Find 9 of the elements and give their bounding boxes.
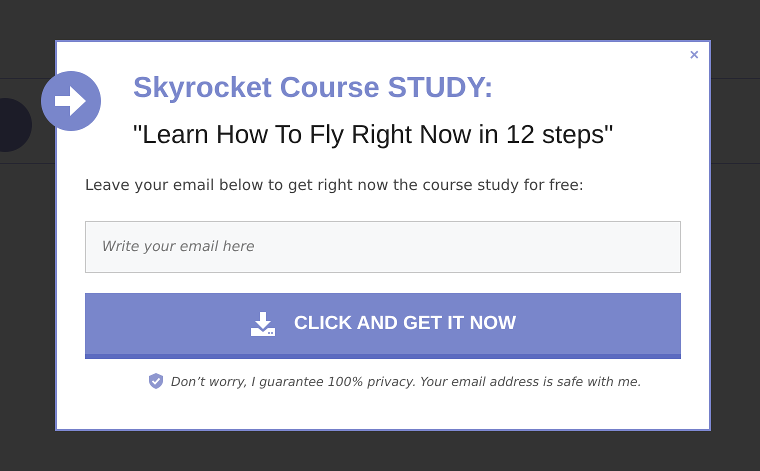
description-text: Leave your email below to get right now the course study for free: [85,175,585,195]
shield-check-icon [149,373,163,389]
close-button[interactable]: × [688,48,701,64]
download-icon [250,310,276,336]
privacy-note: Don’t worry, I guarantee 100% privacy. Your email address is safe with me. [171,374,642,388]
popup-subtitle: "Learn How To Fly Right Now in 12 steps" [133,118,614,150]
popup-title: Skyrocket Course STUDY: [133,71,494,106]
email-field[interactable]: Write your email here [85,221,681,273]
submit-button[interactable]: CLICK AND GET IT NOW [85,293,681,359]
